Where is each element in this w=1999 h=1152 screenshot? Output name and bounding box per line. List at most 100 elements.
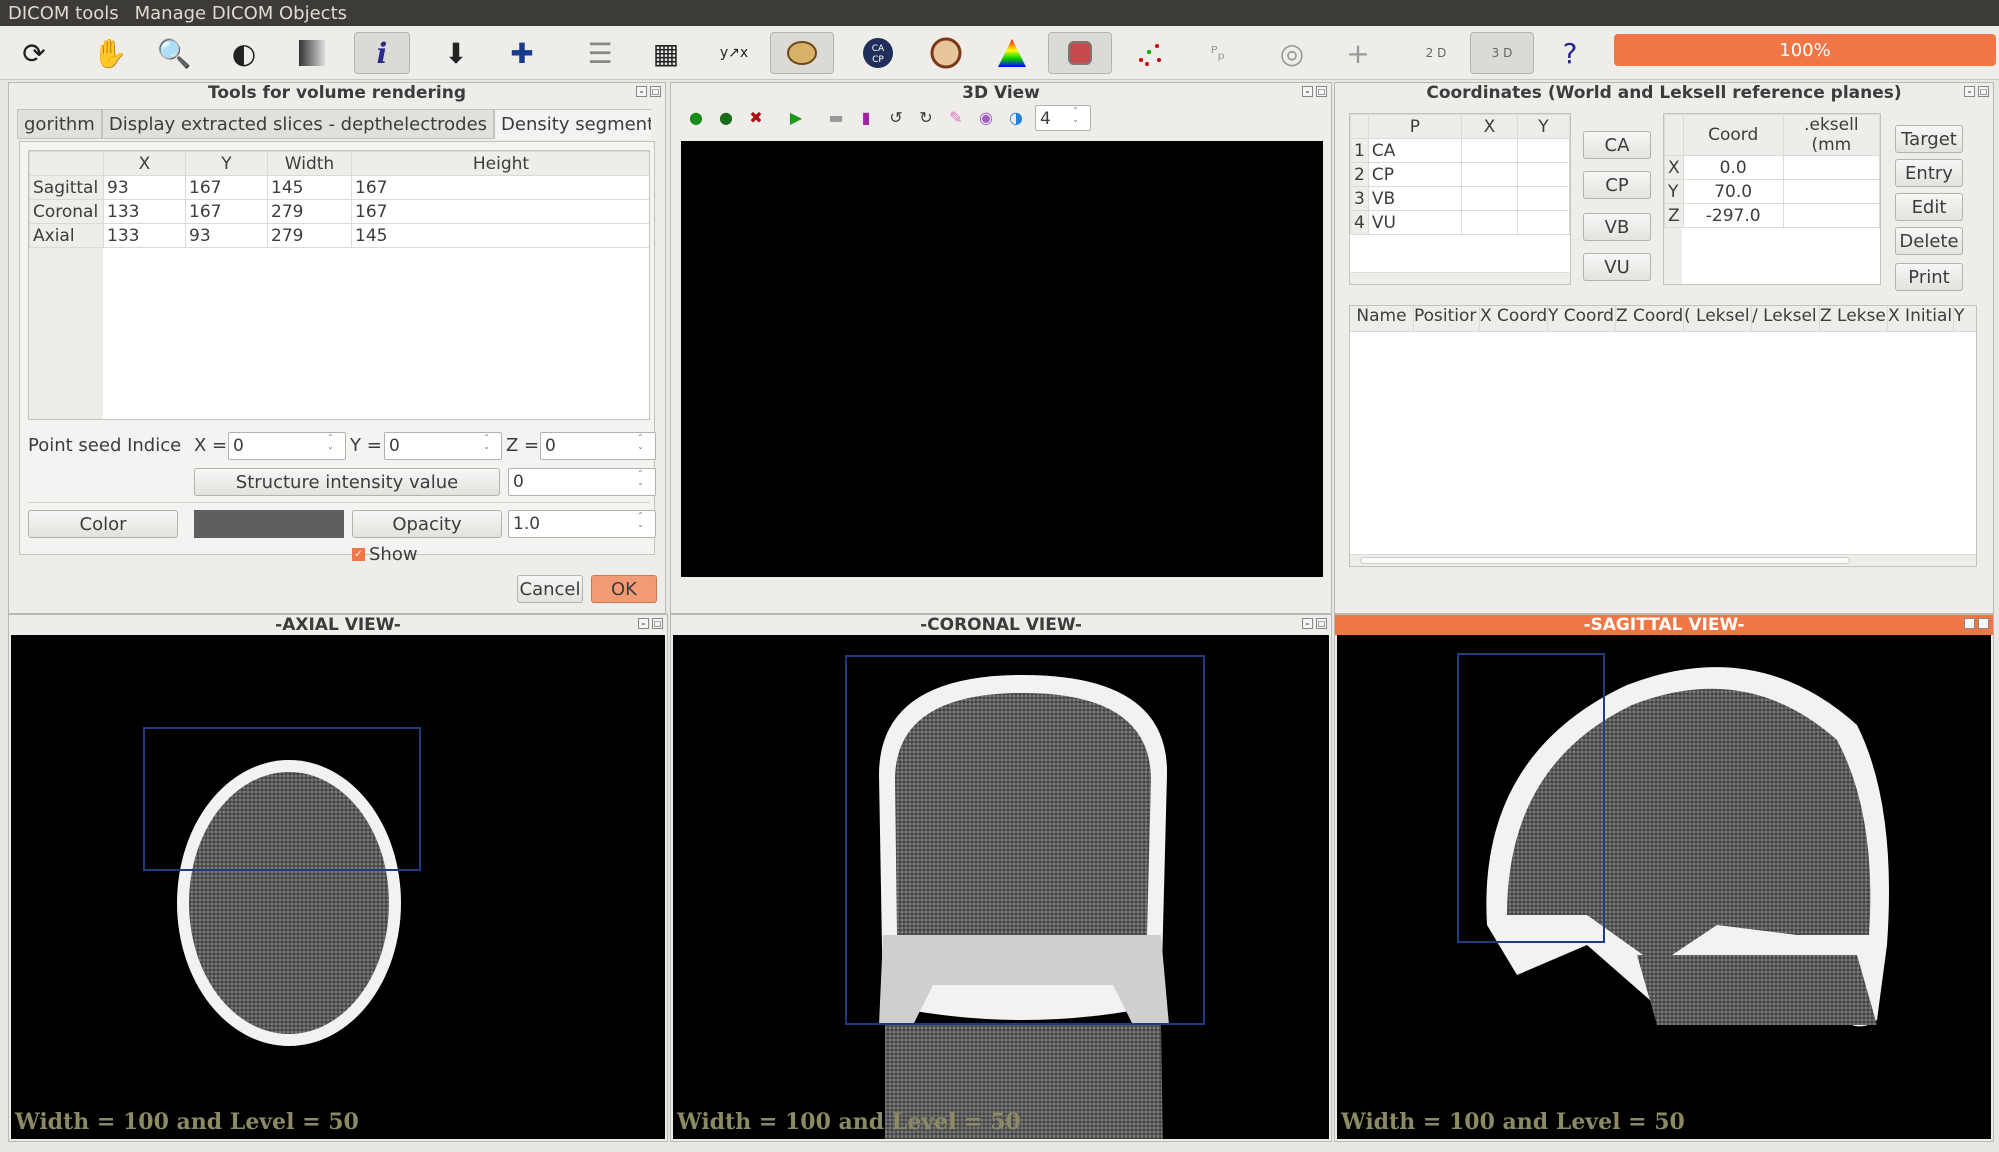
- opacity-input[interactable]: 1.0: [508, 510, 656, 538]
- minimize-icon[interactable]: –: [1302, 86, 1313, 97]
- ca-button[interactable]: CA: [1583, 131, 1651, 159]
- points-icon[interactable]: [1128, 32, 1172, 74]
- minimize-icon[interactable]: –: [1964, 618, 1975, 629]
- target-button[interactable]: Target: [1895, 125, 1963, 153]
- structure-intensity-input[interactable]: 0: [508, 468, 656, 496]
- axial-roi-box[interactable]: [143, 727, 421, 871]
- table-row[interactable]: 2 CP: [1350, 162, 1570, 187]
- rotate-right-icon[interactable]: ↻: [915, 107, 937, 129]
- cancel-button[interactable]: Cancel: [517, 575, 583, 603]
- table-cell[interactable]: [1516, 186, 1570, 211]
- print-button[interactable]: Print: [1895, 263, 1963, 291]
- eraser-icon[interactable]: ✎: [945, 107, 967, 129]
- menu-dicom-tools[interactable]: DICOM tools: [8, 3, 119, 24]
- cp-button[interactable]: CP: [1583, 171, 1651, 199]
- edit-button[interactable]: Edit: [1895, 193, 1963, 221]
- pp-icon[interactable]: ᴾₚ: [1196, 32, 1240, 74]
- mask-icon[interactable]: [1048, 32, 1112, 74]
- maximize-icon[interactable]: □: [650, 86, 661, 97]
- table-cell[interactable]: [1516, 138, 1570, 163]
- info-icon[interactable]: i: [354, 32, 410, 74]
- vb-button[interactable]: VB: [1583, 213, 1651, 241]
- hand-icon[interactable]: ✋: [88, 32, 132, 74]
- table-cell[interactable]: 279: [267, 199, 352, 224]
- table-row[interactable]: Y 70.0: [1664, 179, 1880, 204]
- table-cell[interactable]: VU: [1367, 210, 1462, 235]
- col-header-y-initial[interactable]: Y: [1954, 306, 1974, 331]
- tab-density-segmentation[interactable]: Density segmentation: [494, 109, 651, 139]
- table-cell[interactable]: 70.0: [1682, 179, 1784, 204]
- table-row[interactable]: Z -297.0: [1664, 203, 1880, 228]
- table-cell[interactable]: CA: [1367, 138, 1462, 163]
- table-cell[interactable]: 145: [267, 175, 352, 200]
- maximize-icon[interactable]: □: [1978, 86, 1989, 97]
- seed-y-input[interactable]: 0: [384, 432, 502, 460]
- seed-z-input[interactable]: 0: [540, 432, 656, 460]
- table-cell[interactable]: -297.0: [1682, 203, 1784, 228]
- table-cell[interactable]: [1516, 210, 1570, 235]
- help-icon[interactable]: ?: [1548, 32, 1592, 74]
- table-cell[interactable]: 133: [103, 199, 186, 224]
- sagittal-image[interactable]: Width = 100 and Level = 50: [1337, 635, 1991, 1139]
- table-cell[interactable]: 167: [185, 199, 268, 224]
- stop-icon[interactable]: ✖: [745, 107, 767, 129]
- tab-display-extracted-slices[interactable]: Display extracted slices - depthelectrod…: [101, 109, 495, 139]
- maximize-icon[interactable]: □: [1316, 618, 1327, 629]
- seed-x-input[interactable]: 0: [228, 432, 346, 460]
- col-header-z-coord[interactable]: Z Coord: [1616, 306, 1684, 331]
- 3d-render-canvas[interactable]: [681, 141, 1323, 577]
- brightness-icon[interactable]: [290, 32, 334, 74]
- refresh-icon[interactable]: ⟳: [12, 32, 56, 74]
- minimize-icon[interactable]: –: [1964, 86, 1975, 97]
- col-header-position[interactable]: Positior: [1414, 306, 1480, 331]
- col-header-y-coord[interactable]: Y Coord: [1548, 306, 1616, 331]
- minimize-icon[interactable]: –: [1302, 618, 1313, 629]
- table-cell[interactable]: 279: [267, 223, 352, 248]
- col-header-x-initial[interactable]: X Initial: [1888, 306, 1954, 331]
- table-row[interactable]: Coronal 133 167 279 167: [29, 199, 649, 224]
- col-header-x-leksell[interactable]: ( Leksel: [1684, 306, 1752, 331]
- vu-button[interactable]: VU: [1583, 253, 1651, 281]
- table-cell[interactable]: [1460, 210, 1518, 235]
- scrollbar-thumb[interactable]: [1360, 557, 1850, 564]
- slice-icon[interactable]: ▬: [825, 107, 847, 129]
- table-cell[interactable]: [1460, 138, 1518, 163]
- minimize-icon[interactable]: –: [636, 86, 647, 97]
- col-header-x-coord[interactable]: X Coord: [1480, 306, 1548, 331]
- table-cell[interactable]: [1516, 162, 1570, 187]
- head-icon[interactable]: [924, 32, 968, 74]
- col-header-y-leksell[interactable]: / Leksel: [1752, 306, 1820, 331]
- colors-icon[interactable]: ▮: [855, 107, 877, 129]
- delete-button[interactable]: Delete: [1895, 227, 1963, 255]
- probe-icon[interactable]: ⬇: [434, 32, 478, 74]
- table-row[interactable]: 1 CA: [1350, 138, 1570, 163]
- table-cell[interactable]: 167: [185, 175, 268, 200]
- table-row[interactable]: 4 VU: [1350, 210, 1570, 235]
- menu-manage-dicom-objects[interactable]: Manage DICOM Objects: [135, 3, 347, 24]
- maximize-icon[interactable]: □: [1978, 618, 1989, 629]
- render-icon[interactable]: ●: [685, 107, 707, 129]
- axial-image[interactable]: Width = 100 and Level = 50: [11, 635, 665, 1139]
- ok-button[interactable]: OK: [591, 575, 657, 603]
- 3d-icon[interactable]: 3 D: [1470, 32, 1534, 74]
- sagittal-roi-box[interactable]: [1457, 653, 1605, 943]
- crosshair-icon[interactable]: ✚: [500, 32, 544, 74]
- zoom-icon[interactable]: 🔍: [152, 32, 196, 74]
- axes-icon[interactable]: y↗x: [712, 32, 756, 74]
- table-cell[interactable]: [1460, 162, 1518, 187]
- opacity-button[interactable]: Opacity: [352, 510, 502, 538]
- table-cell[interactable]: 145: [351, 223, 649, 248]
- table-row[interactable]: 3 VB: [1350, 186, 1570, 211]
- color-button[interactable]: Color: [28, 510, 178, 538]
- contrast-icon[interactable]: ◐: [222, 32, 266, 74]
- sphere-icon[interactable]: ◉: [975, 107, 997, 129]
- table-cell[interactable]: CP: [1367, 162, 1462, 187]
- color-map-icon[interactable]: [990, 32, 1034, 74]
- update-icon[interactable]: ●: [715, 107, 737, 129]
- table-cell[interactable]: [1460, 186, 1518, 211]
- table-cell[interactable]: 0.0: [1682, 155, 1784, 180]
- layout-icon[interactable]: ▦: [644, 32, 688, 74]
- rotate-left-icon[interactable]: ↺: [885, 107, 907, 129]
- col-header-z-leksell[interactable]: Z Leksel: [1820, 306, 1888, 331]
- table-cell[interactable]: 167: [351, 175, 649, 200]
